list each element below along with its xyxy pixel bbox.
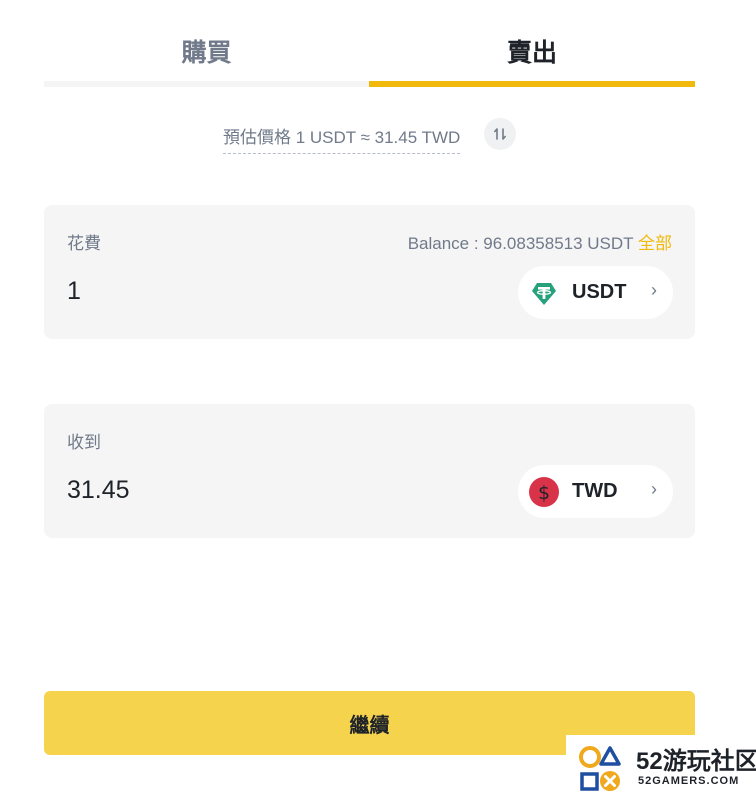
receive-card: 收到 $ TWD ›	[44, 404, 695, 538]
receive-coin-name: TWD	[572, 480, 618, 502]
buy-sell-tabs: 購買 賣出	[44, 0, 695, 90]
tab-underline	[44, 81, 369, 87]
tab-buy[interactable]: 購買	[44, 0, 369, 90]
use-all-link[interactable]: 全部	[638, 234, 672, 253]
receive-amount-input[interactable]	[67, 476, 367, 505]
swap-button[interactable]	[484, 118, 516, 150]
receive-coin-selector[interactable]: $ TWD ›	[518, 465, 673, 518]
receive-label: 收到	[67, 433, 101, 452]
spend-card: 花費 Balance : 96.08358513 USDT 全部 USDT ›	[44, 205, 695, 339]
chevron-right-icon: ›	[651, 280, 657, 300]
gamers-logo-icon	[579, 746, 621, 791]
estimated-rate-text: 預估價格 1 USDT ≈ 31.45 TWD	[223, 123, 461, 154]
tether-icon	[529, 278, 559, 308]
spend-coin-name: USDT	[572, 281, 627, 303]
watermark-subtitle: 52GAMERS.COM	[638, 775, 740, 787]
watermark: 52游玩社区 52GAMERS.COM	[566, 735, 756, 800]
spend-label: 花費	[67, 234, 101, 253]
swap-arrows-icon	[494, 128, 506, 140]
chevron-right-icon: ›	[651, 479, 657, 499]
watermark-title: 52游玩社区	[636, 748, 756, 775]
tab-sell-label: 賣出	[506, 39, 557, 67]
estimated-rate-row: 預估價格 1 USDT ≈ 31.45 TWD	[0, 117, 756, 157]
spend-amount-input[interactable]	[67, 277, 367, 306]
dollar-icon: $	[529, 477, 559, 507]
balance-info: Balance : 96.08358513 USDT 全部	[408, 229, 672, 254]
svg-text:$: $	[538, 482, 550, 504]
tab-sell[interactable]: 賣出	[369, 0, 695, 90]
balance-text: Balance : 96.08358513 USDT	[407, 234, 634, 253]
tab-active-indicator	[369, 81, 695, 87]
tab-buy-label: 購買	[181, 39, 232, 67]
spend-coin-selector[interactable]: USDT ›	[518, 266, 673, 319]
